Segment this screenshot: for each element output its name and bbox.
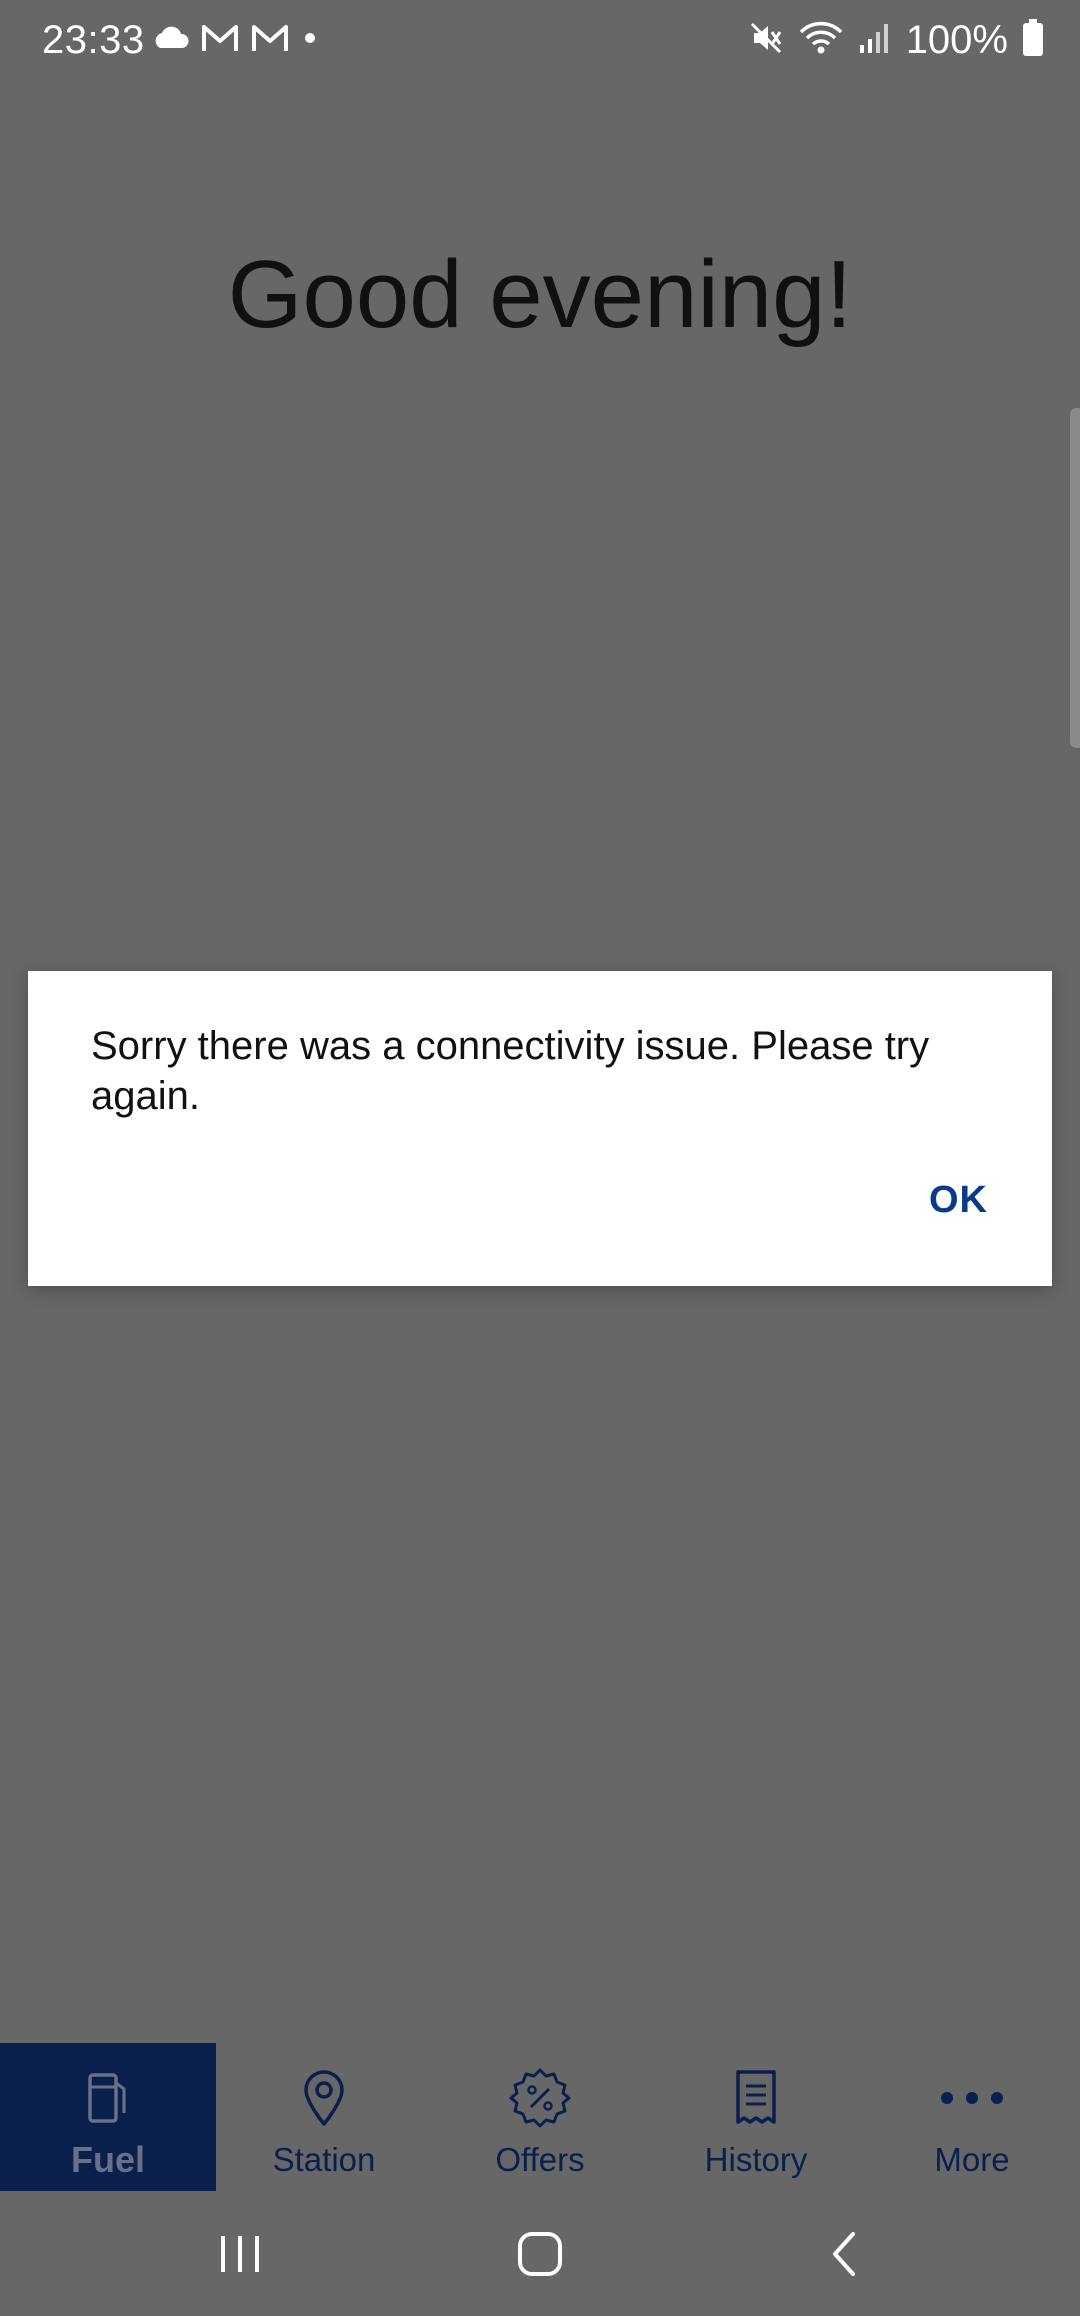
- bottom-navigation: Fuel Station Offers History More: [0, 2043, 1080, 2191]
- status-bar: 23:33 100%: [0, 0, 1080, 80]
- status-notification-icons: [150, 22, 320, 58]
- receipt-icon: [721, 2065, 791, 2131]
- battery-icon: [1022, 18, 1044, 62]
- scroll-indicator: [1070, 408, 1080, 748]
- wifi-icon: [798, 20, 844, 61]
- nav-label-offers: Offers: [495, 2141, 585, 2178]
- fuel-pump-icon: [73, 2065, 143, 2131]
- home-icon: [518, 2232, 562, 2276]
- nav-item-more[interactable]: More: [864, 2043, 1080, 2191]
- nav-item-history[interactable]: History: [648, 2043, 864, 2191]
- connectivity-error-dialog: Sorry there was a connectivity issue. Pl…: [28, 971, 1052, 1286]
- gmail-icon: [200, 23, 240, 58]
- percent-badge-icon: [505, 2065, 575, 2131]
- home-button[interactable]: [500, 2219, 580, 2289]
- nav-label-history: History: [704, 2141, 808, 2178]
- back-button[interactable]: [805, 2219, 885, 2289]
- gmail-icon: [250, 23, 290, 58]
- recent-apps-icon: [221, 2236, 259, 2272]
- ok-button[interactable]: OK: [925, 1171, 992, 1230]
- cloud-icon: [150, 24, 190, 57]
- back-chevron-icon: [833, 2232, 855, 2276]
- nav-item-station[interactable]: Station: [216, 2043, 432, 2191]
- recent-apps-button[interactable]: [200, 2219, 280, 2289]
- status-system-icons: 100%: [748, 18, 1044, 62]
- nav-label-more: More: [934, 2141, 1010, 2178]
- status-time: 23:33: [42, 18, 145, 62]
- system-navigation-bar: [0, 2191, 1080, 2316]
- battery-percentage: 100%: [905, 18, 1008, 62]
- nav-label-station: Station: [272, 2141, 376, 2178]
- location-pin-icon: [289, 2065, 359, 2131]
- nav-item-fuel[interactable]: Fuel: [0, 2043, 216, 2191]
- more-notifications-dot-icon: [300, 28, 320, 53]
- nav-label-fuel: Fuel: [70, 2139, 145, 2180]
- mute-icon: [748, 20, 784, 61]
- greeting-heading: Good evening!: [227, 241, 853, 348]
- dialog-message: Sorry there was a connectivity issue. Pl…: [91, 1024, 930, 1118]
- nav-item-offers[interactable]: Offers: [432, 2043, 648, 2191]
- more-dots-icon: [937, 2065, 1007, 2131]
- signal-icon: [858, 21, 892, 60]
